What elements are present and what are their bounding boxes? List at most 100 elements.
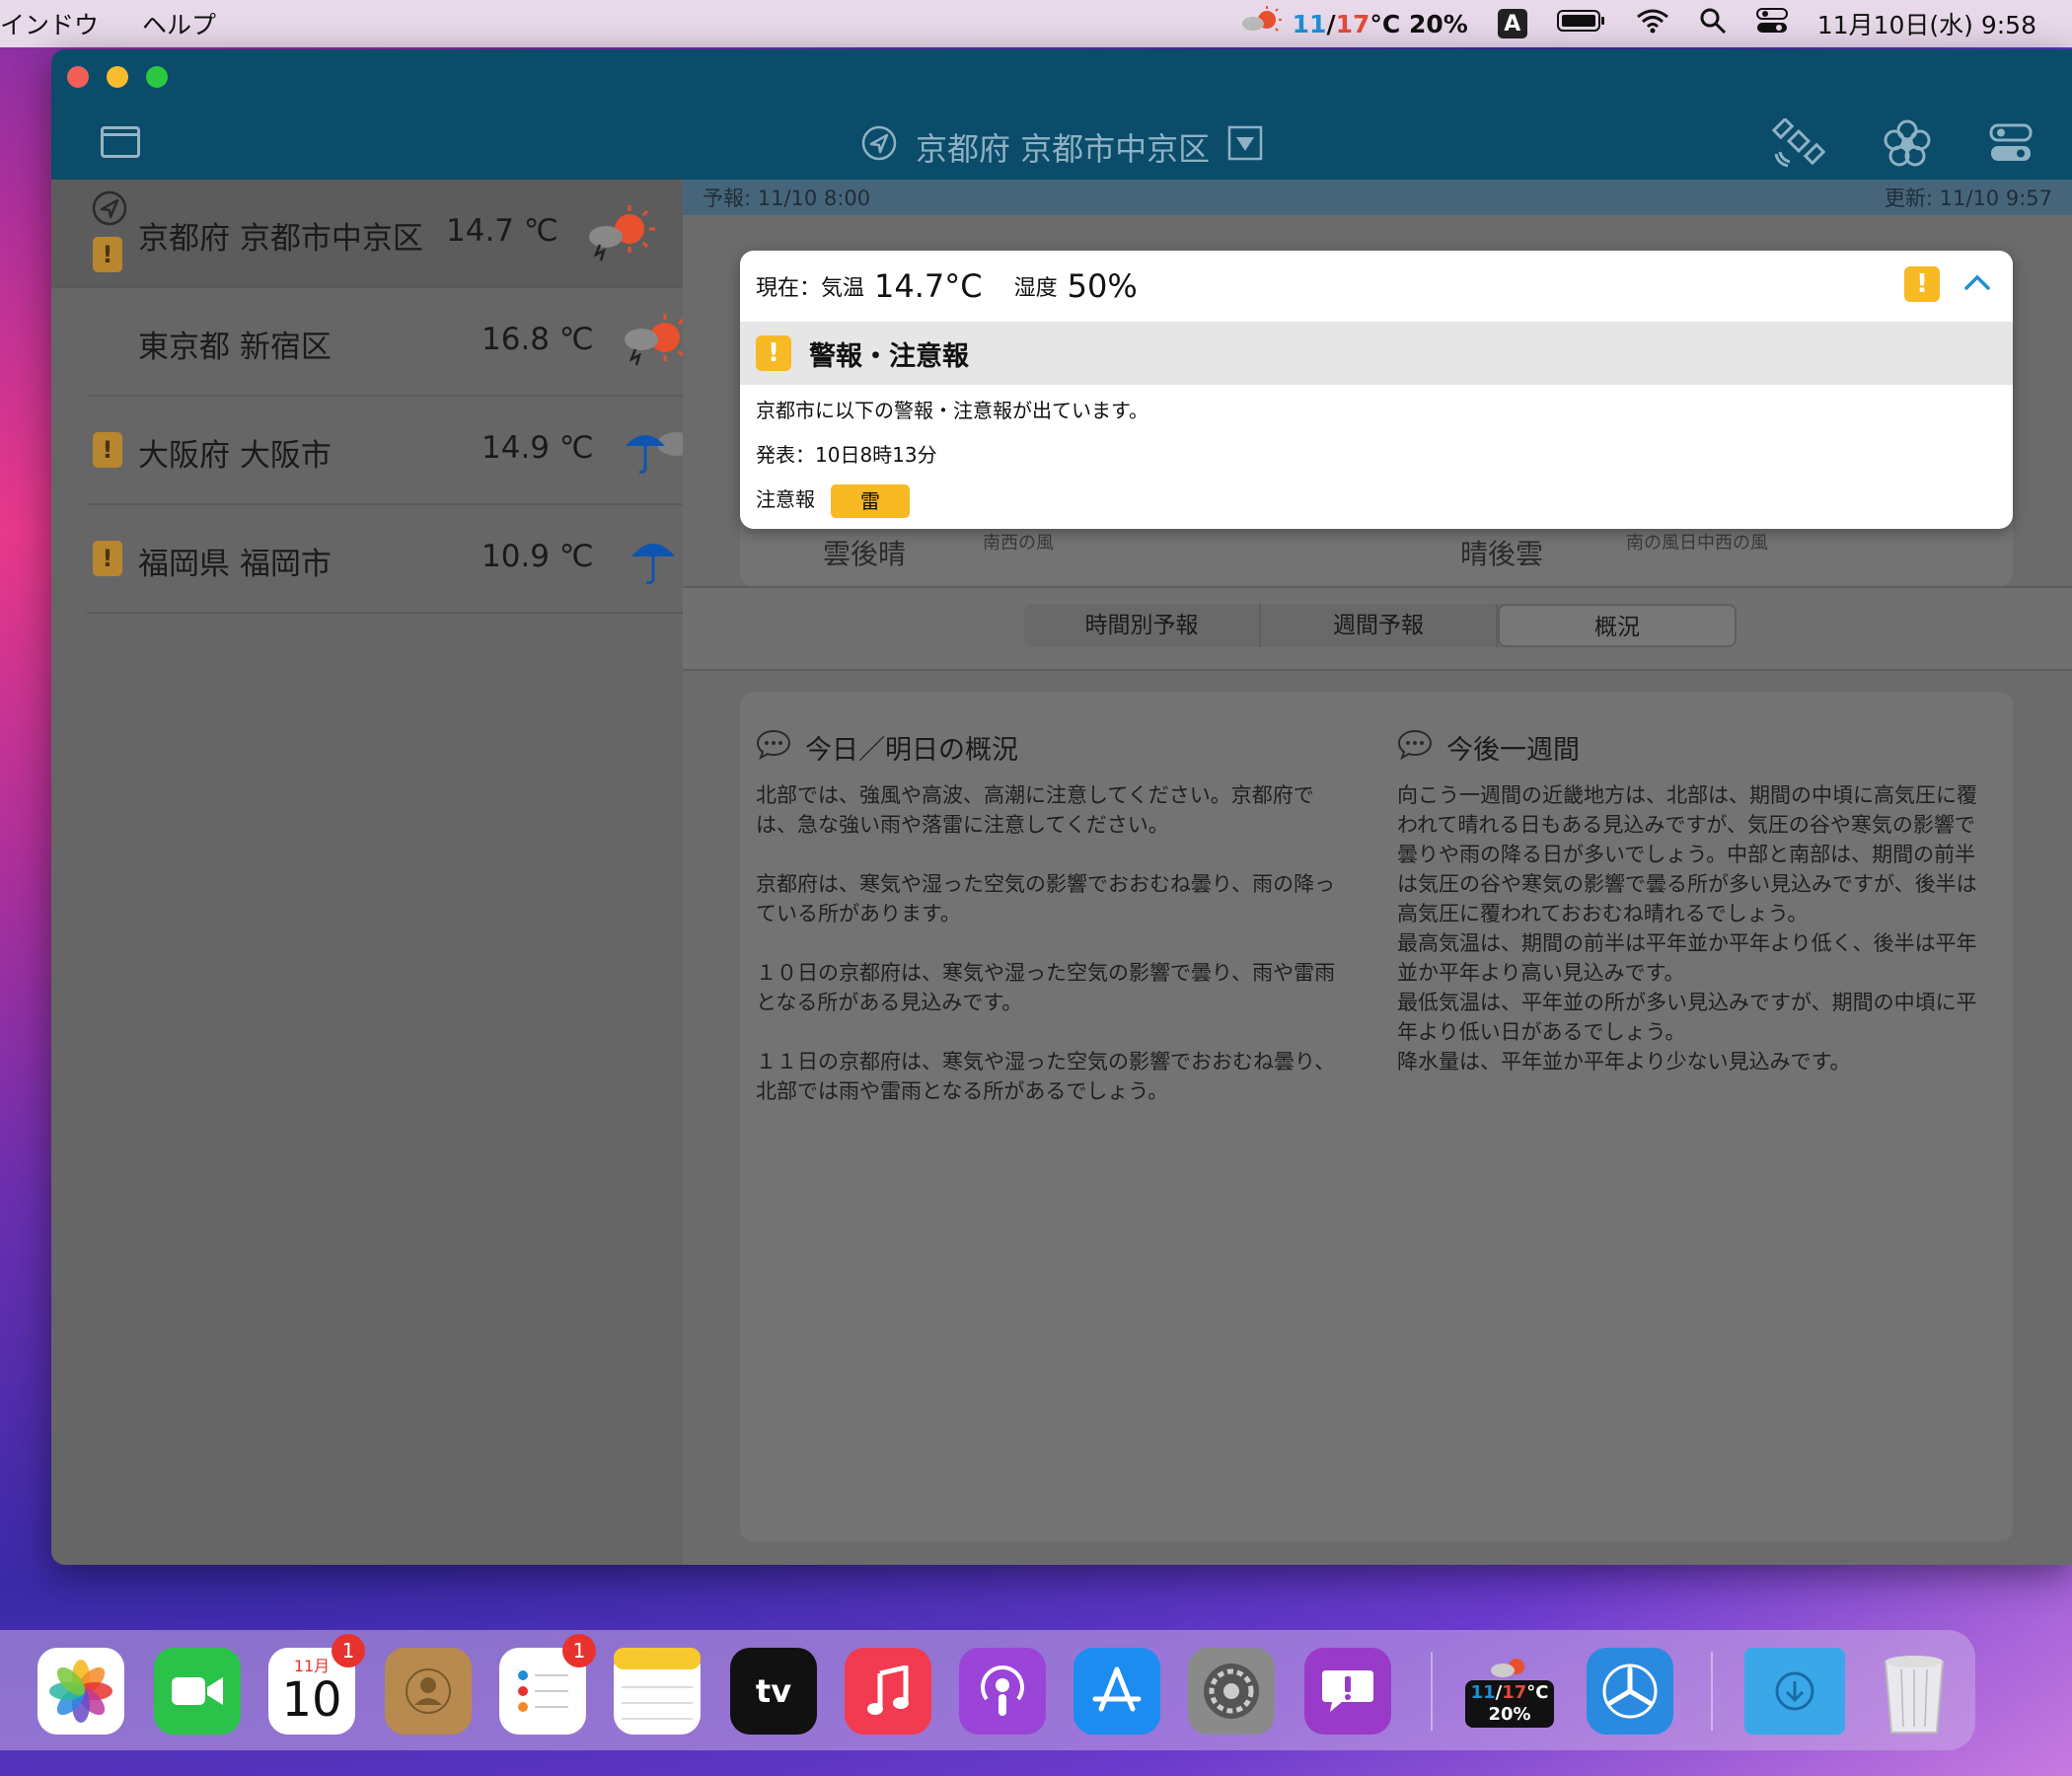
control-center-icon[interactable] xyxy=(1755,7,1788,40)
widget-low-temp: 11 xyxy=(1470,1682,1496,1703)
close-button[interactable] xyxy=(67,66,89,88)
sidebar-toggle-icon[interactable] xyxy=(101,126,140,158)
humidity-label: 湿度 xyxy=(1013,276,1058,301)
current-label: 現在：気温 xyxy=(756,276,865,301)
reminders-icon[interactable]: 1 xyxy=(499,1634,596,1735)
spotlight-search-icon[interactable] xyxy=(1699,7,1727,40)
contacts-icon[interactable] xyxy=(385,1648,472,1735)
menubar-weather[interactable]: 11/17°C 20% xyxy=(1239,4,1468,43)
menubar-humidity: °C 20% xyxy=(1369,9,1468,38)
warning-section-title: 警報・注意報 xyxy=(809,340,969,372)
week-summary-title: 今後一週間 xyxy=(1446,735,1580,766)
app-store-icon[interactable] xyxy=(1073,1648,1160,1735)
system-preferences-icon[interactable] xyxy=(1188,1648,1275,1735)
umbrella-icon xyxy=(620,527,693,592)
notes-icon[interactable] xyxy=(614,1648,701,1735)
window-title: 京都府 京都市中京区 xyxy=(916,130,1211,168)
speech-bubble-icon xyxy=(756,728,791,767)
warning-icon: ! xyxy=(1904,266,1940,302)
warning-badge-icon: ! xyxy=(93,541,122,576)
menu-bar: インドウ ヘルプ 11/17°C 20% A 11月10日(水) 9:58 xyxy=(0,0,2072,47)
tab-bar: 時間別予報 週間予報 概況 xyxy=(683,586,2072,671)
location-selector[interactable]: 京都府 京都市中京区 xyxy=(860,124,1263,170)
facetime-icon[interactable] xyxy=(154,1648,241,1735)
week-summary-text: 向こう一週間の近畿地方は、北部は、期間の中頃に高気圧に覆われて晴れる日もある見込… xyxy=(1397,783,1977,1073)
tab-hourly[interactable]: 時間別予報 xyxy=(1024,604,1261,647)
updated-time: 更新: 11/10 9:57 xyxy=(1884,186,2052,210)
location-name: 大阪府 大阪市 xyxy=(138,438,332,474)
warning-badge-icon: ! xyxy=(93,432,122,468)
satellite-icon[interactable] xyxy=(1771,116,1826,172)
dock-separator xyxy=(1431,1652,1433,1731)
title-bar: 京都府 京都市中京区 xyxy=(51,49,2072,180)
overview-panel: 今日／明日の概況 北部では、強風や高波、高潮に注意してください。京都府では、急な… xyxy=(740,693,2013,1541)
warning-badge-icon: ! xyxy=(93,237,122,272)
today-summary: 今日／明日の概況 北部では、強風や高波、高潮に注意してください。京都府では、急な… xyxy=(756,728,1348,1106)
right-wind-text: 南の風日中西の風 xyxy=(1626,533,1768,554)
location-name: 京都府 京都市中京区 xyxy=(138,221,423,257)
widget-humidity: 20% xyxy=(1488,1704,1531,1725)
warning-popup: 現在：気温 14.7°C 湿度 50% ! ! 警報・注意報 京都市に以下の警報… xyxy=(740,251,2013,529)
location-sidebar: ! 京都府 京都市中京区 14.7 ℃ 東京都 新宿区 16.8 ℃ ! 大阪府… xyxy=(51,180,697,1565)
dock: 11月 10 1 1 tv 11/17°C 20% xyxy=(0,1630,1975,1750)
menubar-high-temp: 17 xyxy=(1335,9,1370,38)
forecast-info-bar: 予報: 11/10 8:00 更新: 11/10 9:57 xyxy=(683,180,2072,215)
input-mode-indicator[interactable]: A xyxy=(1497,9,1527,38)
location-row-shinjuku[interactable]: 東京都 新宿区 16.8 ℃ xyxy=(87,288,691,397)
dropdown-icon[interactable] xyxy=(1227,125,1263,169)
trash-icon[interactable] xyxy=(1871,1648,1958,1735)
tab-overview[interactable]: 概況 xyxy=(1498,604,1737,647)
downloads-folder-icon[interactable] xyxy=(1744,1648,1845,1735)
minimize-button[interactable] xyxy=(107,66,128,88)
reminders-badge: 1 xyxy=(562,1634,596,1667)
forecast-time: 予報: 11/10 8:00 xyxy=(703,186,871,210)
menubar-clock[interactable]: 11月10日(水) 9:58 xyxy=(1817,6,2036,41)
menu-window[interactable]: インドウ xyxy=(0,6,99,41)
wifi-icon[interactable] xyxy=(1636,8,1669,39)
warning-section-header: ! 警報・注意報 xyxy=(740,322,2013,385)
right-weather-text: 晴後雲 xyxy=(1460,538,1544,570)
cloudy-sun-icon xyxy=(1239,4,1283,43)
location-row-fukuoka[interactable]: ! 福岡県 福岡市 10.9 ℃ xyxy=(87,505,683,614)
current-location-icon xyxy=(91,189,128,231)
feedback-icon[interactable] xyxy=(1304,1648,1391,1735)
collapse-chevron-icon[interactable] xyxy=(1963,273,1991,295)
left-wind-text: 南西の風 xyxy=(983,533,1054,554)
location-temp: 16.8 ℃ xyxy=(481,322,594,357)
location-name: 福岡県 福岡市 xyxy=(138,547,332,582)
apple-tv-icon[interactable]: tv xyxy=(730,1648,817,1735)
current-humidity: 50% xyxy=(1067,267,1138,305)
warning-issued-time: 発表：10日8時13分 xyxy=(756,443,937,467)
location-row-osaka[interactable]: ! 大阪府 大阪市 14.9 ℃ xyxy=(87,397,697,505)
dock-separator xyxy=(1711,1652,1713,1731)
warning-message: 京都市に以下の警報・注意報が出ています。 xyxy=(756,399,1148,422)
current-conditions: 現在：気温 14.7°C 湿度 50% xyxy=(740,251,2013,322)
battery-icon[interactable] xyxy=(1556,9,1606,38)
network-radar-icon[interactable] xyxy=(1587,1648,1673,1735)
speech-bubble-icon xyxy=(1397,728,1433,767)
widget-unit: °C xyxy=(1526,1682,1549,1703)
advisory-chip[interactable]: 雷 xyxy=(831,483,910,518)
location-temp: 14.9 ℃ xyxy=(481,430,594,466)
tab-weekly[interactable]: 週間予報 xyxy=(1261,604,1498,647)
podcasts-icon[interactable] xyxy=(959,1648,1046,1735)
cloudy-sun-icon xyxy=(620,310,693,375)
advisory-label: 注意報 xyxy=(756,487,815,511)
cloudy-sun-icon xyxy=(584,201,657,266)
warning-icon: ! xyxy=(756,335,791,371)
location-name: 東京都 新宿区 xyxy=(138,330,332,365)
calendar-icon[interactable]: 11月 10 1 xyxy=(268,1634,365,1735)
menu-help[interactable]: ヘルプ xyxy=(142,6,216,41)
settings-toggle-icon[interactable] xyxy=(1989,123,2033,167)
flower-icon[interactable] xyxy=(1883,118,1932,172)
widget-high-temp: 17 xyxy=(1502,1682,1527,1703)
zoom-button[interactable] xyxy=(146,66,168,88)
photos-icon[interactable] xyxy=(37,1648,124,1735)
music-icon[interactable] xyxy=(845,1648,931,1735)
location-temp: 10.9 ℃ xyxy=(481,539,594,574)
location-row-kyoto[interactable]: ! 京都府 京都市中京区 14.7 ℃ xyxy=(51,180,683,288)
left-weather-text: 雲後晴 xyxy=(823,538,907,570)
calendar-day: 10 xyxy=(281,1672,342,1728)
weather-app-icon[interactable]: 11/17°C 20% xyxy=(1464,1648,1555,1735)
today-summary-title: 今日／明日の概況 xyxy=(805,735,1018,766)
